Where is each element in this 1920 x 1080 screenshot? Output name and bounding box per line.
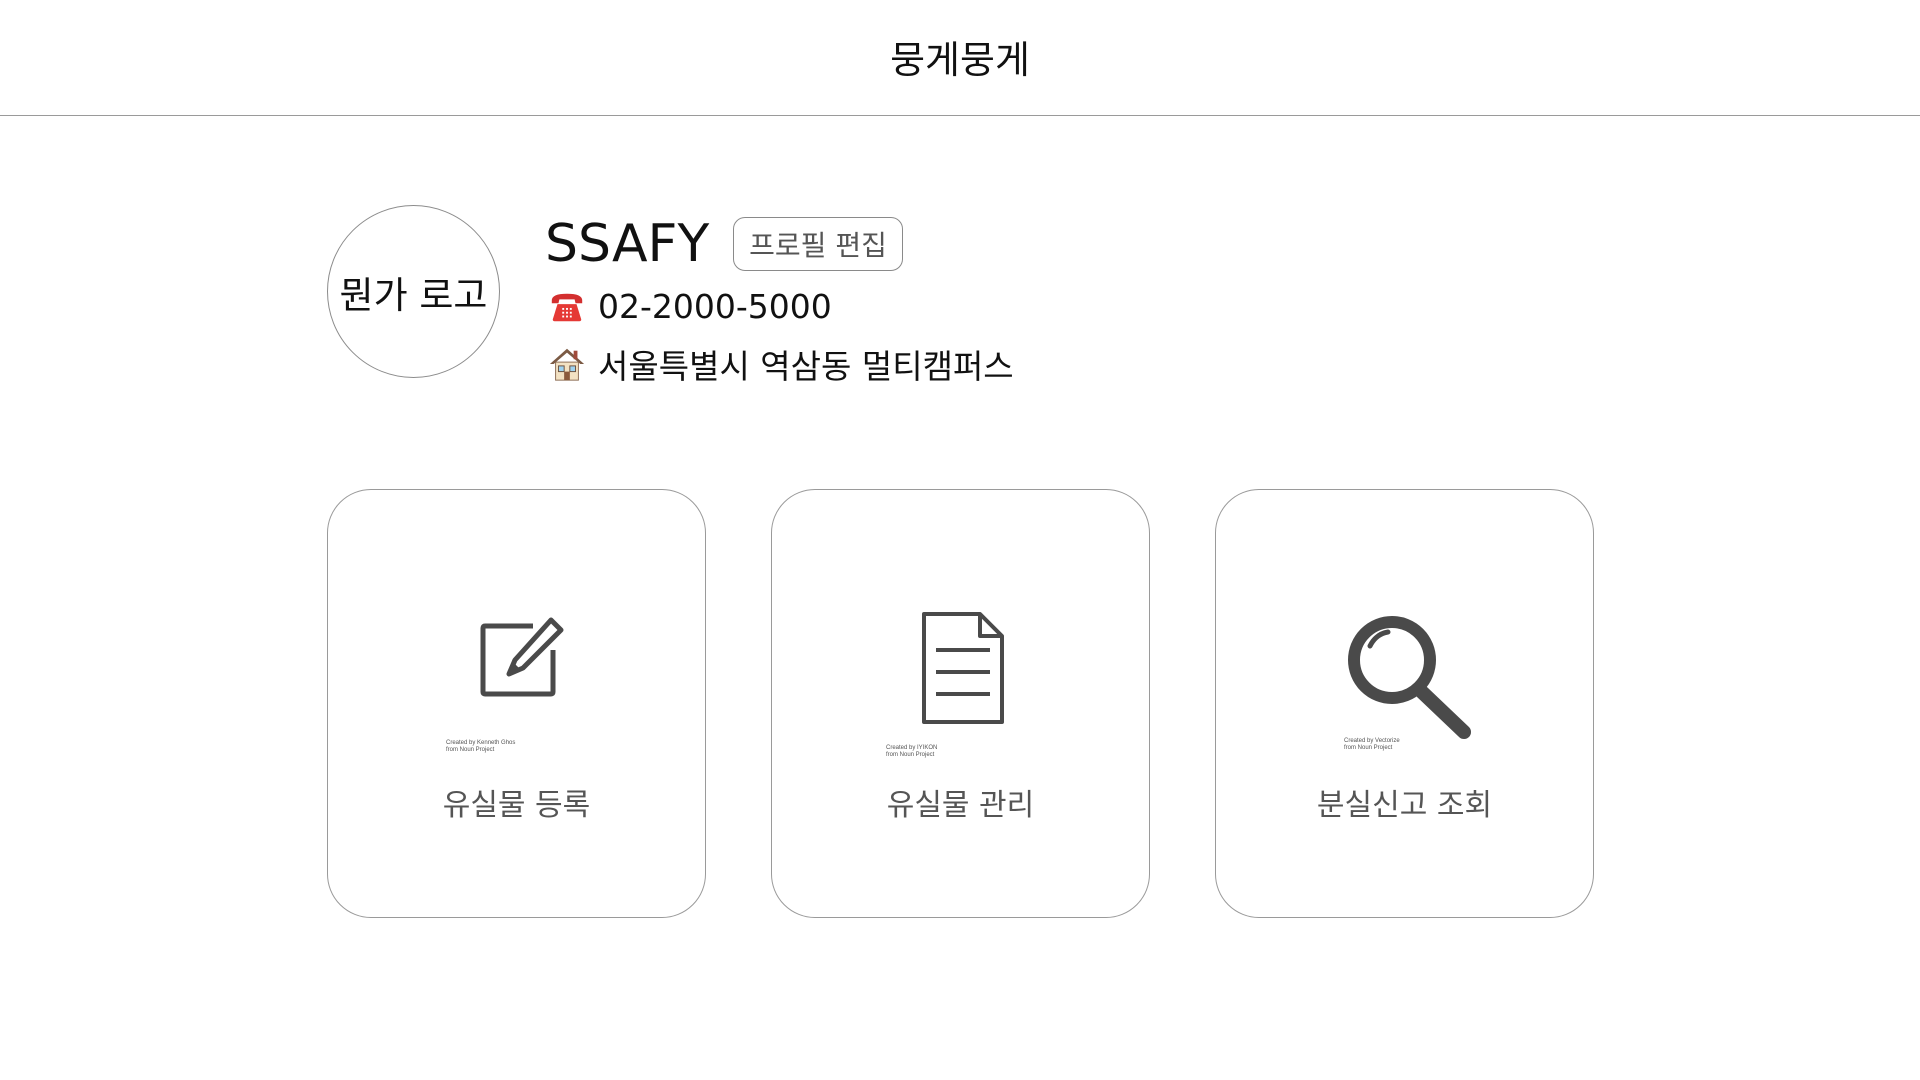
edit-note-icon <box>480 617 564 697</box>
address-row: 서울특별시 역삼동 멀티캠퍼스 <box>548 340 1014 388</box>
house-icon <box>549 348 585 381</box>
organization-name: SSAFY <box>545 214 710 274</box>
icon-credit-line2: from Noun Project <box>1344 745 1393 751</box>
document-icon <box>922 612 1004 724</box>
edit-profile-button[interactable]: 프로필 편집 <box>733 217 903 271</box>
register-lost-item-label: 유실물 등록 <box>442 788 591 823</box>
manage-lost-items-card[interactable]: Created by IYIKON from Noun Project 유실물 … <box>771 489 1150 918</box>
address-text: 서울특별시 역삼동 멀티캠퍼스 <box>598 347 1014 386</box>
app-title: 뭉게뭉게 <box>890 38 1030 82</box>
lost-report-lookup-label: 분실신고 조회 <box>1316 788 1493 823</box>
logo-text: 뭔가 로고 <box>339 273 488 317</box>
manage-lost-items-label: 유실물 관리 <box>886 788 1035 823</box>
phone-row: 02-2000-5000 <box>548 287 832 326</box>
phone-number: 02-2000-5000 <box>598 287 832 326</box>
magnifier-icon <box>1348 616 1471 739</box>
header-bar: 뭉게뭉게 <box>0 0 1920 116</box>
register-lost-item-card[interactable]: Created by Kenneth Ghos from Noun Projec… <box>327 489 706 918</box>
icon-credit-line1: Created by Vectorize <box>1344 738 1400 744</box>
lost-report-lookup-card[interactable]: Created by Vectorize from Noun Project 분… <box>1215 489 1594 918</box>
icon-credit-line1: Created by Kenneth Ghos <box>446 740 516 746</box>
telephone-icon <box>551 293 583 321</box>
logo-placeholder: 뭔가 로고 <box>327 205 500 378</box>
icon-credit-line2: from Noun Project <box>886 752 935 758</box>
icon-credit-line2: from Noun Project <box>446 747 495 753</box>
icon-credit-line1: Created by IYIKON <box>886 745 938 751</box>
